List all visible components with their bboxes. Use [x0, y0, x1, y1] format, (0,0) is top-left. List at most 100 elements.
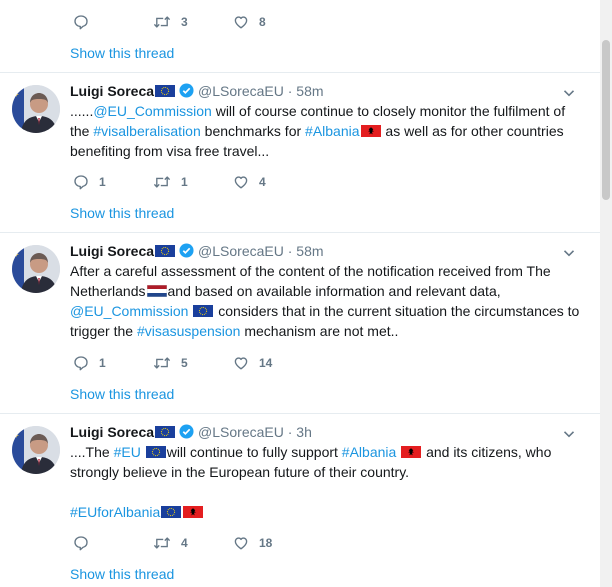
like-action[interactable]: 8: [233, 14, 266, 30]
heart-icon: [233, 14, 249, 30]
user-handle[interactable]: @LSorecaEU: [198, 243, 284, 259]
tweet-text: After a careful assessment of the conten…: [70, 261, 580, 341]
retweet-action[interactable]: 4: [153, 535, 188, 551]
retweet-action[interactable]: 5: [153, 355, 188, 371]
reply-icon: [73, 355, 89, 371]
albania-flag-icon: [183, 506, 203, 518]
eu-flag-icon: [155, 426, 175, 438]
heart-icon: [233, 355, 249, 371]
verified-badge-icon: [179, 243, 194, 258]
chevron-down-icon[interactable]: [562, 427, 576, 441]
show-thread-link[interactable]: Show this thread: [70, 45, 174, 61]
tweet-text: ......@EU_Commission will of course cont…: [70, 101, 580, 161]
reply-action[interactable]: 1: [73, 174, 106, 190]
netherlands-flag-icon: [147, 285, 167, 297]
hashtag-link[interactable]: #EUforAlbania: [70, 504, 160, 520]
hashtag-link[interactable]: #EU: [114, 444, 141, 460]
eu-flag-icon: [161, 506, 181, 518]
retweet-action[interactable]: 3: [153, 14, 188, 30]
show-thread-link[interactable]: Show this thread: [70, 566, 174, 582]
like-action[interactable]: 14: [233, 355, 272, 371]
tweet-line: After a careful assessment of the conten…: [70, 263, 551, 279]
show-thread-link[interactable]: Show this thread: [70, 386, 174, 402]
divider: [0, 232, 600, 233]
divider: [0, 413, 600, 414]
avatar-photo: [12, 426, 60, 474]
tweet-line: strongly believe in the European future …: [70, 464, 410, 480]
text-segment: the: [70, 123, 94, 139]
retweet-icon: [153, 535, 171, 551]
tweet-line: @EU_Commission considers that in the cur…: [70, 301, 580, 321]
retweet-count: 5: [181, 356, 188, 370]
avatar[interactable]: [12, 245, 60, 293]
display-name[interactable]: Luigi Soreca: [70, 83, 154, 99]
tweet-actions: 1 5 14: [73, 355, 433, 375]
avatar-photo: [12, 85, 60, 133]
text-segment: benchmarks for: [200, 123, 306, 139]
text-segment: Netherlands: [70, 283, 146, 299]
tweet-header: Luigi Soreca @LSorecaEU · 58m: [70, 83, 324, 99]
user-handle[interactable]: @LSorecaEU: [198, 83, 284, 99]
scrollbar-track[interactable]: [600, 0, 612, 587]
timestamp[interactable]: 58m: [296, 83, 323, 99]
text-segment: and based on available information and r…: [167, 283, 501, 299]
text-segment: ......: [70, 103, 94, 119]
verified-badge-icon: [179, 424, 194, 439]
tweet-line: trigger the #visasuspension mechanism ar…: [70, 321, 580, 341]
tweet-actions-top: 3 8: [73, 14, 433, 34]
display-name[interactable]: Luigi Soreca: [70, 243, 154, 259]
like-count: 8: [259, 15, 266, 29]
avatar[interactable]: [12, 426, 60, 474]
eu-flag-icon: [193, 305, 213, 317]
separator-dot: ·: [287, 424, 293, 440]
hashtag-link[interactable]: #Albania: [342, 444, 397, 460]
albania-flag-icon: [401, 446, 421, 458]
text-segment: will continue to fully support: [166, 444, 342, 460]
tweet-actions: 4 18: [73, 535, 433, 555]
albania-flag-icon: [361, 125, 381, 137]
reply-action[interactable]: [73, 535, 99, 551]
reply-action[interactable]: 1: [73, 355, 106, 371]
text-segment: ....The: [70, 444, 114, 460]
chevron-down-icon[interactable]: [562, 246, 576, 260]
retweet-action[interactable]: 1: [153, 174, 188, 190]
tweet-text: ....The #EU will continue to fully suppo…: [70, 442, 580, 482]
user-handle[interactable]: @LSorecaEU: [198, 424, 284, 440]
reply-icon: [73, 535, 89, 551]
separator-dot: ·: [287, 83, 293, 99]
tweet-header: Luigi Soreca @LSorecaEU · 3h: [70, 424, 312, 440]
divider: [0, 72, 600, 73]
like-action[interactable]: 18: [233, 535, 272, 551]
retweet-icon: [153, 355, 171, 371]
heart-icon: [233, 174, 249, 190]
mention-link[interactable]: @EU_Commission: [93, 103, 211, 119]
like-action[interactable]: 4: [233, 174, 266, 190]
tweet-header: Luigi Soreca @LSorecaEU · 58m: [70, 243, 324, 259]
verified-badge-icon: [179, 83, 194, 98]
display-name[interactable]: Luigi Soreca: [70, 424, 154, 440]
scrollbar-thumb[interactable]: [602, 40, 610, 200]
show-thread-link[interactable]: Show this thread: [70, 205, 174, 221]
chevron-down-icon[interactable]: [562, 86, 576, 100]
retweet-icon: [153, 174, 171, 190]
text-segment: and its citizens, who: [422, 444, 552, 460]
hashtag-link[interactable]: #visalberalisation: [93, 123, 200, 139]
timestamp[interactable]: 58m: [296, 243, 323, 259]
tweet-actions: 1 1 4: [73, 174, 433, 194]
text-segment: mechanism are not met..: [240, 323, 399, 339]
text-segment: trigger the: [70, 323, 137, 339]
timestamp[interactable]: 3h: [296, 424, 312, 440]
text-segment: considers that in the current situation …: [214, 303, 580, 319]
avatar[interactable]: [12, 85, 60, 133]
reply-icon: [73, 174, 89, 190]
like-count: 14: [259, 356, 273, 370]
separator-dot: ·: [287, 243, 293, 259]
hashtag-link[interactable]: #visasuspension: [137, 323, 241, 339]
tweet-line: ....The #EU will continue to fully suppo…: [70, 442, 580, 462]
mention-link[interactable]: @EU_Commission: [70, 303, 188, 319]
eu-flag-icon: [155, 85, 175, 97]
retweet-count: 3: [181, 15, 188, 29]
tweet-hashtag-line: #EUforAlbania: [70, 502, 580, 522]
hashtag-link[interactable]: #Albania: [305, 123, 360, 139]
reply-action[interactable]: [73, 14, 99, 30]
